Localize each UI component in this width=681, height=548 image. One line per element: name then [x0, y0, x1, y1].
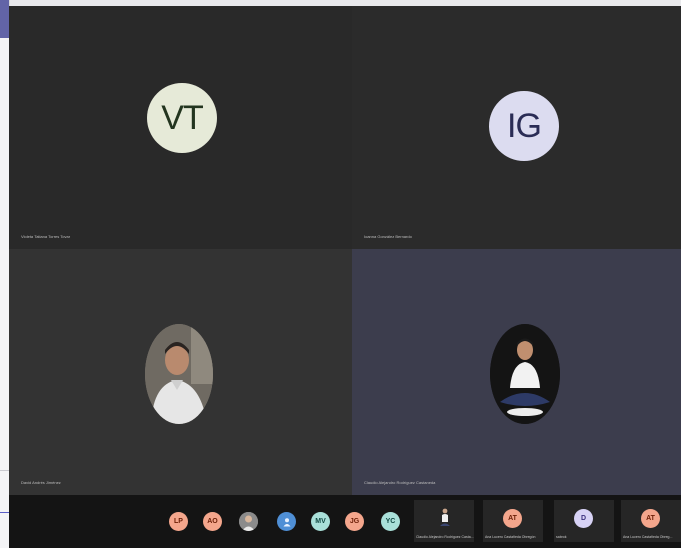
roster-card[interactable]: Claudio Alejandro Rodríguez Casta... [414, 500, 474, 542]
participant-avatar-initials: IG [489, 91, 559, 161]
participant-tile[interactable]: VT Violeta Tatiana Torres Tovar [9, 6, 352, 249]
person-figure-icon [440, 508, 450, 526]
roster-avatar-chip: D [574, 509, 593, 528]
roster-card[interactable]: AT Ana Lucero Castañeda Obregón [483, 500, 543, 542]
roster-avatar-chip: AT [641, 509, 660, 528]
host-divider [0, 470, 9, 471]
participant-video-avatar [490, 324, 560, 424]
roster-avatar-chip[interactable]: LP [169, 512, 188, 531]
person-photo-icon [239, 512, 258, 531]
participant-tile[interactable]: Claudio Alejandro Rodríguez Castaneda [352, 249, 681, 495]
person-icon [283, 517, 290, 526]
roster-avatar-photo[interactable] [239, 512, 258, 531]
participant-video-avatar [145, 324, 213, 424]
roster-card-label: Ana Lucero Castañeda Obreg... [623, 535, 673, 539]
roster-card-label: Ana Lucero Castañeda Obregón [485, 535, 536, 539]
participant-name-label: Violeta Tatiana Torres Tovar [21, 234, 71, 239]
meeting-stage: VT Violeta Tatiana Torres Tovar IG Ioann… [9, 6, 681, 548]
participant-name-label: Ioanna González Bernardo [364, 234, 412, 239]
roster-avatar-chip[interactable]: AO [203, 512, 222, 531]
person-portrait-icon [490, 324, 560, 424]
roster-avatar-chip[interactable]: JG [345, 512, 364, 531]
roster-card-label: Claudio Alejandro Rodríguez Casta... [416, 535, 474, 539]
participant-tile[interactable]: IG Ioanna González Bernardo [352, 6, 681, 249]
participant-roster-bar: LP AO MV JG YC Claudio Alejandro Rodrígu… [9, 495, 681, 548]
roster-card[interactable]: D sabrok [554, 500, 614, 542]
participant-avatar-initials: VT [147, 83, 217, 153]
host-header-accent [0, 0, 9, 38]
roster-card-label: sabrok [556, 535, 567, 539]
person-portrait-icon [145, 324, 213, 424]
participant-name-label: David Andrés Jiménez [21, 480, 61, 485]
participant-name-label: Claudio Alejandro Rodríguez Castaneda [364, 480, 436, 485]
roster-avatar-chip[interactable] [277, 512, 296, 531]
participant-tile[interactable]: David Andrés Jiménez [9, 249, 352, 495]
roster-avatar-chip: AT [503, 509, 522, 528]
host-divider-accent [0, 512, 9, 513]
roster-avatar-chip[interactable]: YC [381, 512, 400, 531]
roster-avatar-chip[interactable]: MV [311, 512, 330, 531]
roster-card[interactable]: AT Ana Lucero Castañeda Obreg... [621, 500, 681, 542]
